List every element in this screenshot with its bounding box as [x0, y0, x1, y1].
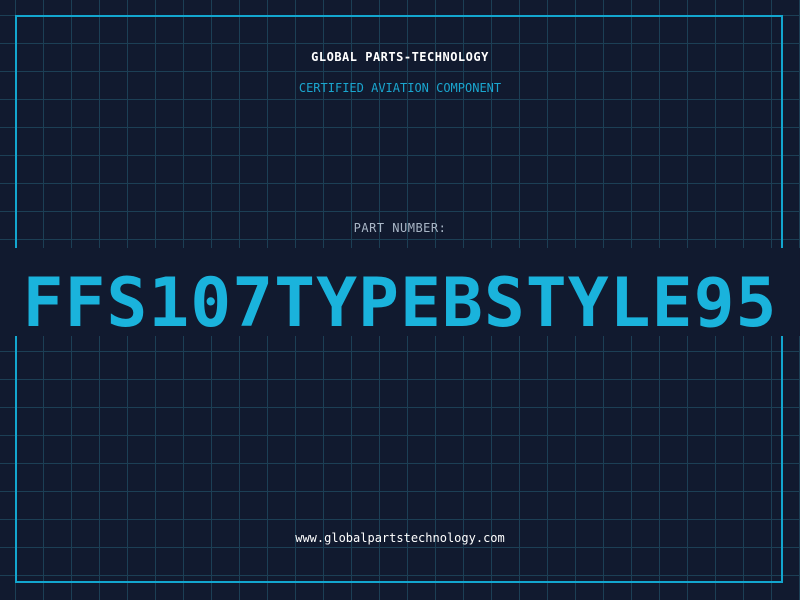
- part-number-value: FFS107TYPEBSTYLE95: [22, 264, 778, 337]
- website-url[interactable]: www.globalpartstechnology.com: [0, 531, 800, 545]
- certification-subtitle: CERTIFIED AVIATION COMPONENT: [298, 81, 502, 95]
- part-number-label: PART NUMBER:: [353, 221, 447, 235]
- company-name: GLOBAL PARTS-TECHNOLOGY: [311, 50, 489, 64]
- part-number-band: FFS107TYPEBSTYLE95: [0, 248, 800, 336]
- label-canvas: GLOBAL PARTS-TECHNOLOGY CERTIFIED AVIATI…: [0, 0, 800, 600]
